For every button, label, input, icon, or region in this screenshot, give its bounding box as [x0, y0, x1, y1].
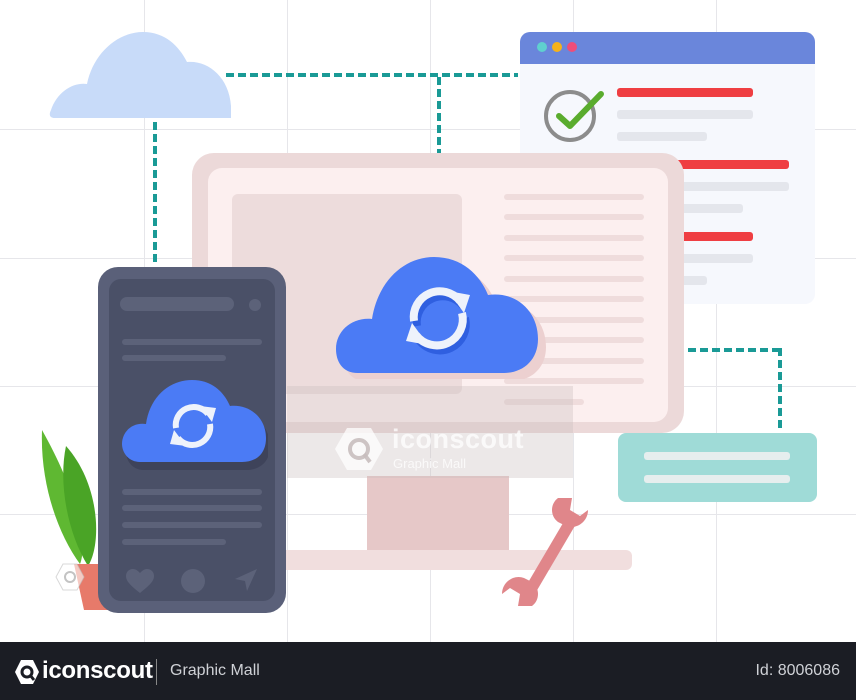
window-dot — [552, 42, 562, 52]
text-line — [122, 539, 226, 545]
iconscout-logo-icon — [335, 428, 383, 470]
search-bar — [120, 297, 234, 311]
monitor-neck — [367, 476, 509, 550]
footer-divider — [156, 659, 157, 685]
footer-subtitle: Graphic Mall — [170, 662, 260, 679]
footer-brand: iconscout — [42, 657, 153, 684]
send-icon — [235, 569, 257, 591]
text-line — [122, 339, 262, 345]
alert-line — [617, 88, 753, 97]
heart-icon — [126, 569, 154, 593]
window-dot — [537, 42, 547, 52]
text-line — [617, 110, 753, 119]
wrench-icon — [502, 498, 588, 606]
text-line — [644, 475, 790, 483]
cloud-sync-icon — [336, 257, 546, 379]
circle-icon — [181, 569, 205, 593]
camera-dot — [249, 299, 261, 311]
connector-line — [226, 73, 518, 77]
cloud-sync-icon — [122, 380, 268, 470]
text-line — [122, 505, 262, 511]
text-line — [504, 194, 644, 200]
text-line — [504, 235, 644, 241]
footer-bar: iconscout Graphic Mall Id: 8006086 — [0, 642, 856, 700]
watermark-brand: iconscout — [392, 424, 525, 454]
browser-header — [520, 32, 815, 64]
text-line — [504, 214, 644, 220]
watermark-subtitle: Graphic Mall — [393, 456, 466, 471]
iconscout-logo-icon — [15, 660, 39, 684]
text-line — [122, 522, 262, 528]
text-line — [122, 355, 226, 361]
connector-line — [153, 122, 157, 264]
connector-line — [688, 348, 780, 352]
asset-id: Id: 8006086 — [755, 662, 840, 679]
check-circle-icon — [544, 90, 604, 142]
text-line — [122, 489, 262, 495]
window-dot — [567, 42, 577, 52]
text-line — [617, 132, 707, 141]
cloud-icon — [49, 32, 231, 118]
connector-line — [778, 348, 782, 428]
iconscout-logo-icon — [55, 563, 85, 591]
note-card — [618, 433, 817, 502]
text-line — [644, 452, 790, 460]
